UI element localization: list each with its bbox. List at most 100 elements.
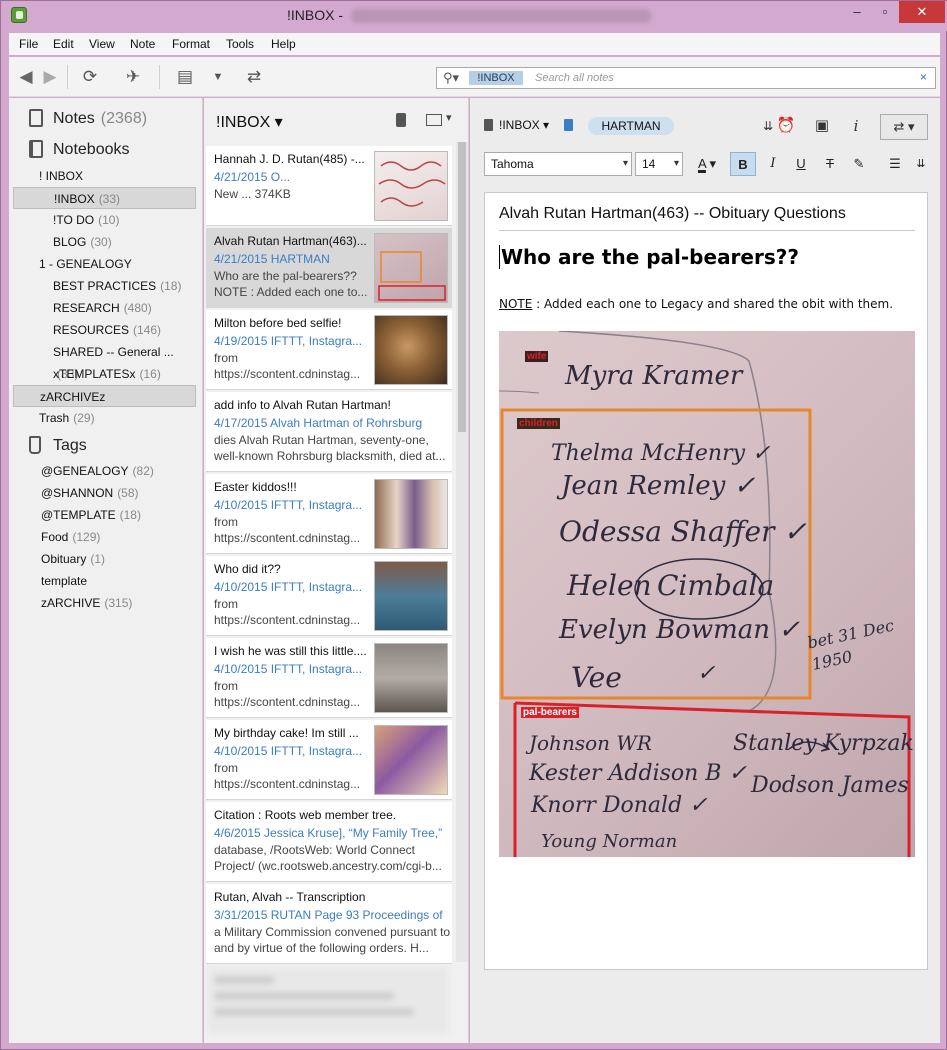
note-thumbnail (374, 315, 448, 385)
sidebar-tags[interactable]: Tags (9, 433, 203, 459)
new-note-dropdown-icon[interactable]: ▼ (207, 67, 229, 87)
note-card[interactable]: Hannah J. D. Rutan(485) -... 4/21/2015 O… (206, 146, 452, 226)
menu-view[interactable]: View (89, 37, 115, 51)
font-color-button[interactable]: A ▾ (690, 152, 724, 176)
note-card-title: Milton before bed selfie! (214, 316, 342, 330)
sidebar-item-zarchive[interactable]: zARCHIVEz (13, 385, 196, 407)
handwriting-line: Evelyn Bowman ✓ (559, 615, 801, 645)
sidebar-item-label: zARCHIVEz (40, 390, 106, 404)
bold-button[interactable]: B (730, 152, 756, 176)
sidebar-notebooks[interactable]: Notebooks (9, 137, 203, 163)
sidebar-item-shared-general[interactable]: SHARED -- General ...(33) (13, 341, 196, 381)
sidebar-item-templates[interactable]: xTEMPLATESx (16) (13, 363, 196, 385)
note-card[interactable]: My birthday cake! Im still ... 4/10/2015… (206, 720, 452, 800)
activity-feed-icon[interactable]: ✈ (122, 67, 144, 87)
note-label: NOTE (499, 297, 533, 311)
editor-notebook-selector[interactable]: !INBOX ▾ (484, 118, 549, 132)
note-list-notebook-selector[interactable]: !INBOX ▾ (216, 112, 283, 132)
sidebar-item-best-practices[interactable]: BEST PRACTICES (18) (13, 275, 196, 297)
sidebar-item-genealogy-stack[interactable]: 1 - GENEALOGY (13, 253, 196, 275)
sidebar-tags-label: Tags (53, 437, 87, 454)
note-card[interactable]: Easter kiddos!!! 4/10/2015 IFTTT, Instag… (206, 474, 452, 554)
note-body[interactable]: Alvah Rutan Hartman(463) -- Obituary Que… (484, 192, 928, 970)
reminder-alarm-icon[interactable]: ⏰ (776, 116, 796, 136)
menu-note[interactable]: Note (130, 37, 155, 51)
sidebar-item-tag-shannon[interactable]: @SHANNON (58) (13, 482, 196, 504)
new-note-icon[interactable]: ▤ (174, 67, 196, 87)
note-card[interactable]: I wish he was still this little.... 4/10… (206, 638, 452, 718)
note-card-selected[interactable]: Alvah Rutan Hartman(463)... 4/21/2015 HA… (206, 228, 452, 308)
search-scope-chip[interactable]: !INBOX (469, 71, 523, 85)
menu-edit[interactable]: Edit (53, 37, 74, 51)
note-thumbnail (374, 725, 448, 795)
highlight-icon[interactable]: ✎ (846, 152, 872, 176)
sidebar-item-research[interactable]: RESEARCH (480) (13, 297, 196, 319)
clear-search-icon[interactable]: × (920, 70, 927, 84)
sidebar-notes[interactable]: Notes (2368) (9, 106, 203, 132)
sidebar-item-blog[interactable]: BLOG (30) (13, 231, 196, 253)
note-list-panel: !INBOX ▾ Hannah J. D. Rutan(485) -... 4/… (204, 98, 469, 1043)
search-bar[interactable]: ⚲▾ !INBOX × (436, 67, 936, 89)
sidebar-item-tag-food[interactable]: Food (129) (13, 526, 196, 548)
handwriting-line: Helen (567, 569, 652, 602)
tag-icon[interactable] (564, 119, 573, 131)
note-card-meta: 3/31/2015 RUTAN Page 93 Proceedings of (214, 908, 443, 922)
sidebar-item-label: Obituary (41, 552, 87, 566)
note-list-scrollbar[interactable] (456, 142, 468, 962)
search-icon[interactable]: ⚲▾ (443, 70, 459, 86)
font-family-select[interactable]: Tahoma ▾ (484, 152, 632, 176)
sidebar-item-count: (18) (119, 508, 141, 522)
underline-button[interactable]: U (788, 152, 814, 176)
note-card[interactable]: add info to Alvah Rutan Hartman! 4/17/20… (206, 392, 452, 472)
note-card[interactable]: Rutan, Alvah -- Transcription 3/31/2015 … (206, 884, 452, 964)
minimize-button[interactable]: – (843, 1, 871, 23)
italic-button[interactable]: I (760, 152, 786, 176)
note-card[interactable]: Milton before bed selfie! 4/19/2015 IFTT… (206, 310, 452, 390)
forward-arrow-icon[interactable]: ▶ (39, 67, 61, 87)
scrollbar-thumb[interactable] (458, 142, 466, 432)
note-title-field[interactable]: Alvah Rutan Hartman(463) -- Obituary Que… (499, 205, 915, 231)
note-info-icon[interactable]: i (846, 116, 866, 136)
sidebar-item-resources[interactable]: RESOURCES (146) (13, 319, 196, 341)
share-icon[interactable]: ⇄ (243, 67, 265, 87)
view-options-icon[interactable] (426, 111, 452, 126)
strikethrough-button[interactable]: T (817, 152, 843, 176)
menu-tools[interactable]: Tools (226, 37, 254, 51)
presentation-icon[interactable]: ▣ (812, 116, 832, 136)
sidebar-item-tag-obituary[interactable]: Obituary (1) (13, 548, 196, 570)
menu-format[interactable]: Format (172, 37, 210, 51)
menu-file[interactable]: File (19, 37, 38, 51)
sidebar-item-count: (18) (160, 279, 182, 293)
note-card[interactable]: Who did it?? 4/10/2015 IFTTT, Instagra..… (206, 556, 452, 636)
note-list-header: !INBOX ▾ (204, 98, 469, 142)
menu-help[interactable]: Help (271, 37, 296, 51)
sidebar-item-tag-template-lower[interactable]: template (13, 570, 196, 592)
close-button[interactable]: ✕ (899, 1, 945, 23)
sidebar-item-label: xTEMPLATESx (53, 367, 136, 381)
evernote-app-icon (11, 7, 27, 23)
note-card[interactable]: Citation : Roots web member tree. 4/6/20… (206, 802, 452, 882)
note-thumbnail (374, 151, 448, 221)
sidebar-item-todo[interactable]: !TO DO (10) (13, 209, 196, 231)
note-card-meta: 4/10/2015 IFTTT, Instagra... (214, 498, 363, 512)
sidebar-item-label: @TEMPLATE (41, 508, 116, 522)
sidebar-item-tag-zarchive[interactable]: zARCHIVE (315) (13, 592, 196, 614)
back-arrow-icon[interactable]: ◀ (15, 67, 37, 87)
more-formatting-icon[interactable]: ⇊ (908, 152, 934, 176)
sidebar-item-inbox[interactable]: !INBOX (33) (13, 187, 196, 209)
sidebar-item-tag-genealogy[interactable]: @GENEALOGY (82) (13, 460, 196, 482)
sync-icon[interactable]: ⟳ (79, 67, 101, 87)
bullet-list-icon[interactable]: ☰ (882, 152, 908, 176)
handwriting-line: Dodson James (751, 773, 909, 798)
font-size-select[interactable]: 14 ▾ (635, 152, 683, 176)
sidebar-item-trash[interactable]: Trash (29) (13, 407, 196, 429)
search-input[interactable] (535, 70, 905, 86)
sidebar-item-inbox-stack[interactable]: ! INBOX (13, 165, 196, 187)
maximize-button[interactable]: ▫ (871, 1, 899, 23)
sidebar-item-tag-template[interactable]: @TEMPLATE (18) (13, 504, 196, 526)
notebook-lock-icon[interactable] (396, 113, 406, 127)
editor-tag-chip[interactable]: HARTMAN (588, 117, 674, 135)
note-heading: Who are the pal-bearers?? (499, 245, 799, 269)
share-note-button[interactable]: ⇄ ▾ (880, 114, 928, 140)
more-tags-icon[interactable]: ⇊ (758, 116, 778, 136)
